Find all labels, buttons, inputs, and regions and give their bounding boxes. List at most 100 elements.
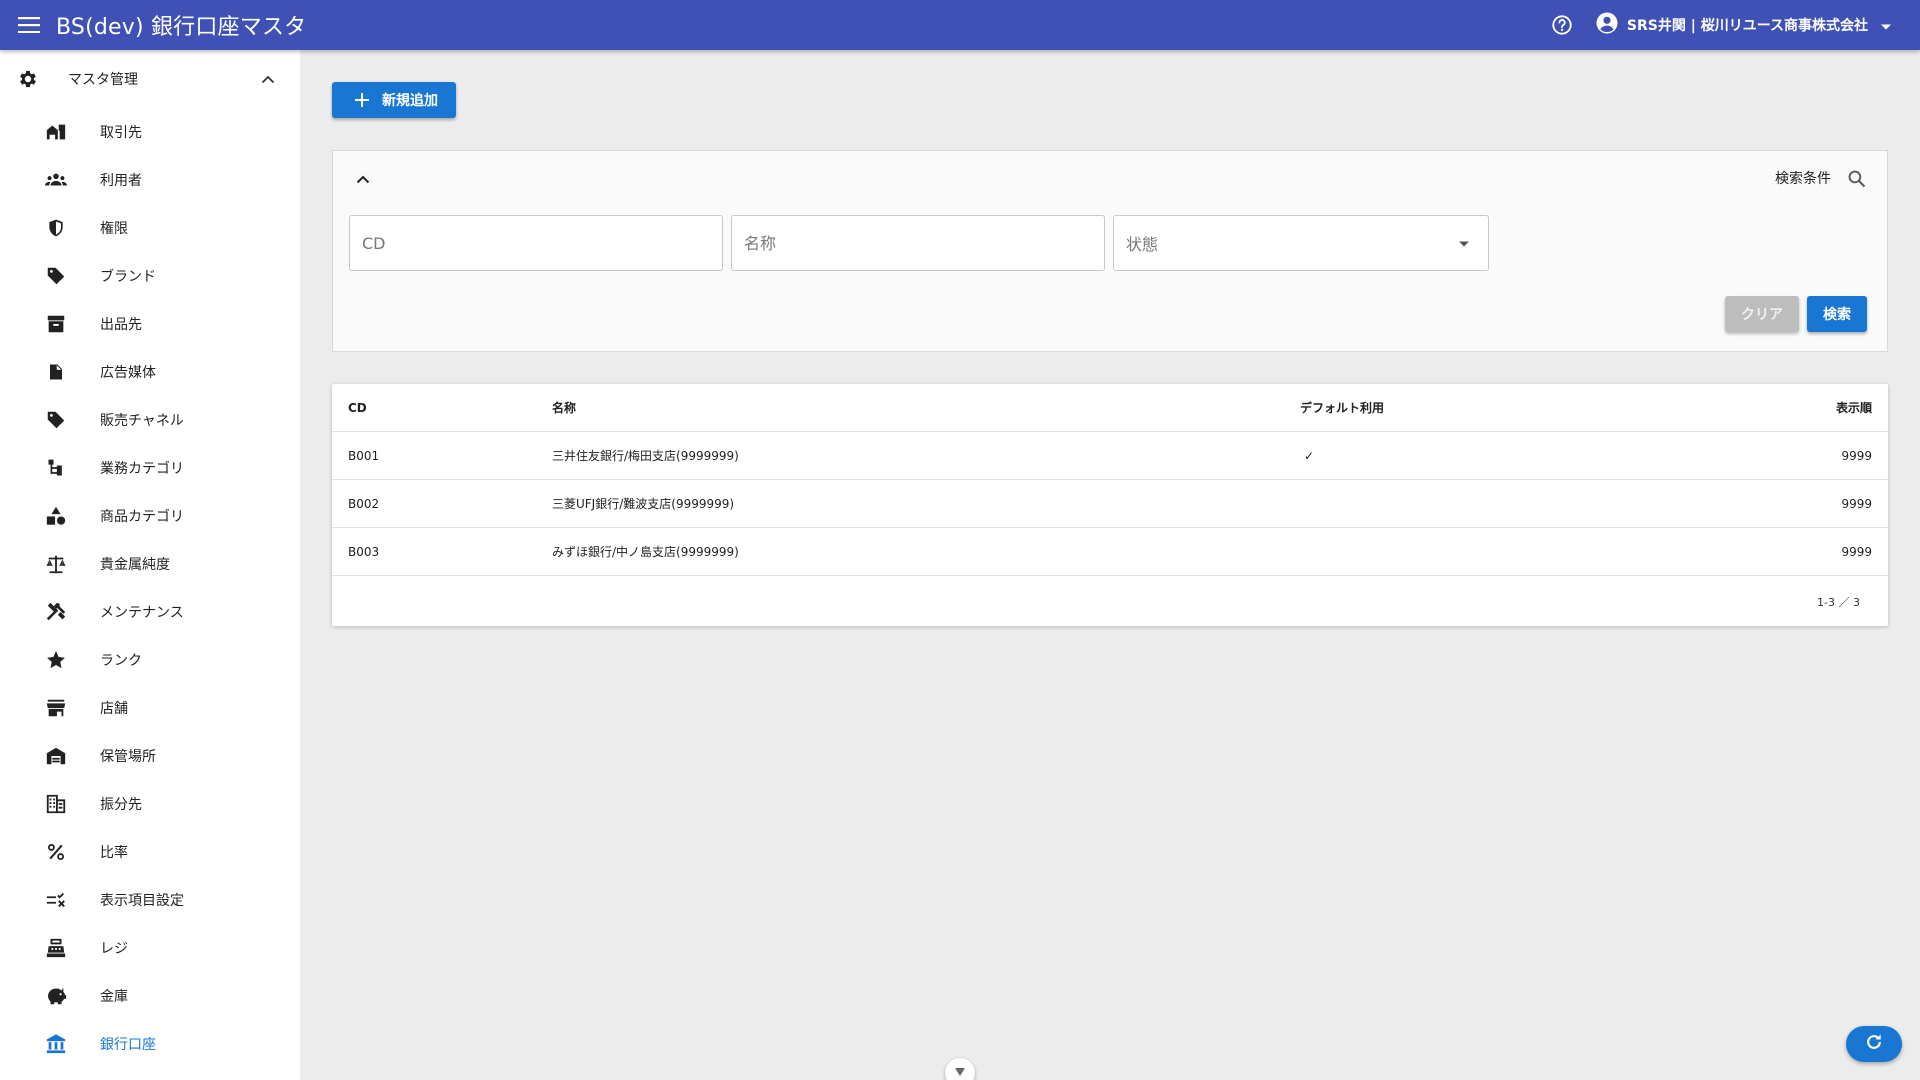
cd-field[interactable]: [349, 215, 723, 271]
add-new-label: 新規追加: [382, 92, 438, 108]
chevron-up-icon[interactable]: [256, 67, 280, 91]
sidebar-item-label: 振分先: [100, 797, 142, 813]
cell-order: 9999: [1841, 545, 1872, 559]
state-select-placeholder: 状態: [1126, 235, 1159, 254]
refresh-icon: [1864, 1032, 1884, 1056]
sidebar-item-ad-media[interactable]: 広告媒体: [0, 348, 300, 396]
sidebar-item-label: 広告媒体: [100, 365, 156, 381]
column-header-default[interactable]: デフォルト利用: [1300, 384, 1384, 432]
group-icon: [44, 168, 68, 192]
sidebar-item-label: 店舗: [100, 701, 128, 717]
column-header-cd[interactable]: CD: [348, 384, 367, 432]
sidebar-item-label: 銀行口座: [100, 1037, 156, 1053]
sidebar-item-metal-purity[interactable]: 貴金属純度: [0, 540, 300, 588]
column-header-name[interactable]: 名称: [552, 384, 576, 432]
sidebar-item-listing-destination[interactable]: 出品先: [0, 300, 300, 348]
sidebar-group-label: マスタ管理: [68, 72, 138, 88]
name-input[interactable]: [744, 216, 1104, 270]
add-new-button[interactable]: 新規追加: [332, 82, 456, 118]
table-header-row: CD 名称 デフォルト利用 表示順: [332, 384, 1888, 432]
sidebar-item-allocation[interactable]: 振分先: [0, 780, 300, 828]
shield-icon: [44, 216, 68, 240]
clear-button[interactable]: クリア: [1725, 296, 1799, 332]
user-menu-button[interactable]: SRS井関 | 桜川リユース商事株式会社: [1595, 11, 1892, 39]
tag-icon: [44, 408, 68, 432]
app-bar: BS(dev) 銀行口座マスタ SRS井関 | 桜川リユース商事株式会社: [0, 0, 1920, 50]
sidebar-item-label: 販売チャネル: [100, 413, 184, 429]
sidebar-item-business-category[interactable]: 業務カテゴリ: [0, 444, 300, 492]
tag-icon: [44, 264, 68, 288]
sidebar-item-label: ブランド: [100, 269, 156, 285]
sidebar-item-label: 業務カテゴリ: [100, 461, 184, 477]
refresh-button[interactable]: [1846, 1026, 1902, 1062]
tree-icon: [44, 456, 68, 480]
store-icon: [44, 696, 68, 720]
state-select[interactable]: 状態: [1113, 215, 1489, 271]
shapes-icon: [44, 504, 68, 528]
sidebar-item-brand[interactable]: ブランド: [0, 252, 300, 300]
sidebar-item-label: 保管場所: [100, 749, 156, 765]
sidebar-item-label: 商品カテゴリ: [100, 509, 184, 525]
sidebar-item-label: 金庫: [100, 989, 128, 1005]
cell-cd: B002: [348, 497, 380, 511]
arrow-drop-down-icon: [1458, 238, 1470, 250]
cell-cd: B001: [348, 449, 380, 463]
table-row[interactable]: B003 みずほ銀行/中ノ島支店(9999999) 9999: [332, 528, 1888, 576]
table-row[interactable]: B002 三菱UFJ銀行/難波支店(9999999) 9999: [332, 480, 1888, 528]
search-icon[interactable]: [1843, 165, 1871, 193]
sidebar-item-maintenance[interactable]: メンテナンス: [0, 588, 300, 636]
checklist-icon: [44, 888, 68, 912]
sidebar-item-store[interactable]: 店舗: [0, 684, 300, 732]
help-icon[interactable]: [1545, 8, 1579, 42]
register-icon: [44, 936, 68, 960]
cell-order: 9999: [1841, 497, 1872, 511]
sidebar-group-master[interactable]: マスタ管理: [0, 50, 300, 108]
sidebar-item-label: レジ: [100, 941, 128, 957]
tools-icon: [44, 600, 68, 624]
sidebar-item-label: 利用者: [100, 173, 142, 189]
name-field[interactable]: [731, 215, 1105, 271]
pagination-info: 1-3 ／ 3: [1817, 596, 1860, 609]
main-content: 新規追加 検索条件 状態 クリア 検索 CD 名称 デフォルト利用 表示: [300, 50, 1920, 1080]
sidebar-item-label: 出品先: [100, 317, 142, 333]
sidebar: マスタ管理 取引先 利用者 権限 ブランド 出品先 広告媒体 販売チャネル 業務…: [0, 50, 300, 1080]
search-button[interactable]: 検索: [1807, 296, 1867, 332]
sidebar-item-label: 権限: [100, 221, 128, 237]
sidebar-item-safe[interactable]: 金庫: [0, 972, 300, 1020]
bank-account-table: CD 名称 デフォルト利用 表示順 B001 三井住友銀行/梅田支店(99999…: [332, 384, 1888, 626]
percent-icon: [44, 840, 68, 864]
sidebar-item-storage-location[interactable]: 保管場所: [0, 732, 300, 780]
check-icon: ✓: [1304, 449, 1315, 463]
sidebar-item-rank[interactable]: ランク: [0, 636, 300, 684]
sidebar-item-bank-account[interactable]: 銀行口座: [0, 1020, 300, 1068]
sidebar-item-register[interactable]: レジ: [0, 924, 300, 972]
sidebar-item-label: 取引先: [100, 125, 142, 141]
chevron-down-icon: [954, 1063, 966, 1080]
cell-name: 三菱UFJ銀行/難波支店(9999999): [552, 497, 735, 511]
column-header-order[interactable]: 表示順: [1836, 384, 1872, 432]
sidebar-item-users[interactable]: 利用者: [0, 156, 300, 204]
sidebar-item-permissions[interactable]: 権限: [0, 204, 300, 252]
arrow-drop-down-icon: [1880, 16, 1892, 35]
table-row[interactable]: B001 三井住友銀行/梅田支店(9999999) ✓ 9999: [332, 432, 1888, 480]
sidebar-item-label: 貴金属純度: [100, 557, 170, 573]
sidebar-item-ratio[interactable]: 比率: [0, 828, 300, 876]
sidebar-item-torihikisaki[interactable]: 取引先: [0, 108, 300, 156]
cell-cd: B003: [348, 545, 380, 559]
sidebar-item-label: 比率: [100, 845, 128, 861]
star-icon: [44, 648, 68, 672]
document-icon: [44, 360, 68, 384]
sidebar-item-sales-channel[interactable]: 販売チャネル: [0, 396, 300, 444]
menu-icon[interactable]: [11, 7, 47, 43]
storefront-icon: [44, 120, 68, 144]
chevron-up-icon[interactable]: [351, 167, 375, 191]
account-circle-icon: [1595, 11, 1619, 39]
piggy-bank-icon: [44, 984, 68, 1008]
sidebar-item-product-category[interactable]: 商品カテゴリ: [0, 492, 300, 540]
cd-input[interactable]: [362, 216, 722, 270]
sidebar-item-display-settings[interactable]: 表示項目設定: [0, 876, 300, 924]
user-name: SRS井関 | 桜川リユース商事株式会社: [1626, 18, 1868, 34]
scroll-down-button[interactable]: [945, 1058, 975, 1080]
search-panel-title: 検索条件: [1775, 171, 1831, 187]
sidebar-item-label: メンテナンス: [100, 605, 184, 621]
